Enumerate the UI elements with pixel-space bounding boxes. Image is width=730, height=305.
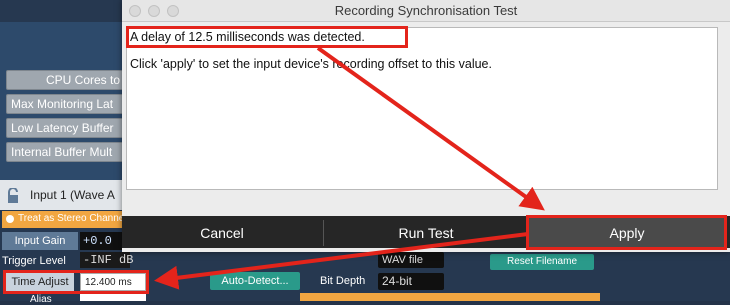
arrow-to-apply bbox=[316, 46, 545, 211]
annotation-arrows bbox=[154, 46, 545, 290]
arrow-to-time-adjust bbox=[154, 232, 529, 290]
